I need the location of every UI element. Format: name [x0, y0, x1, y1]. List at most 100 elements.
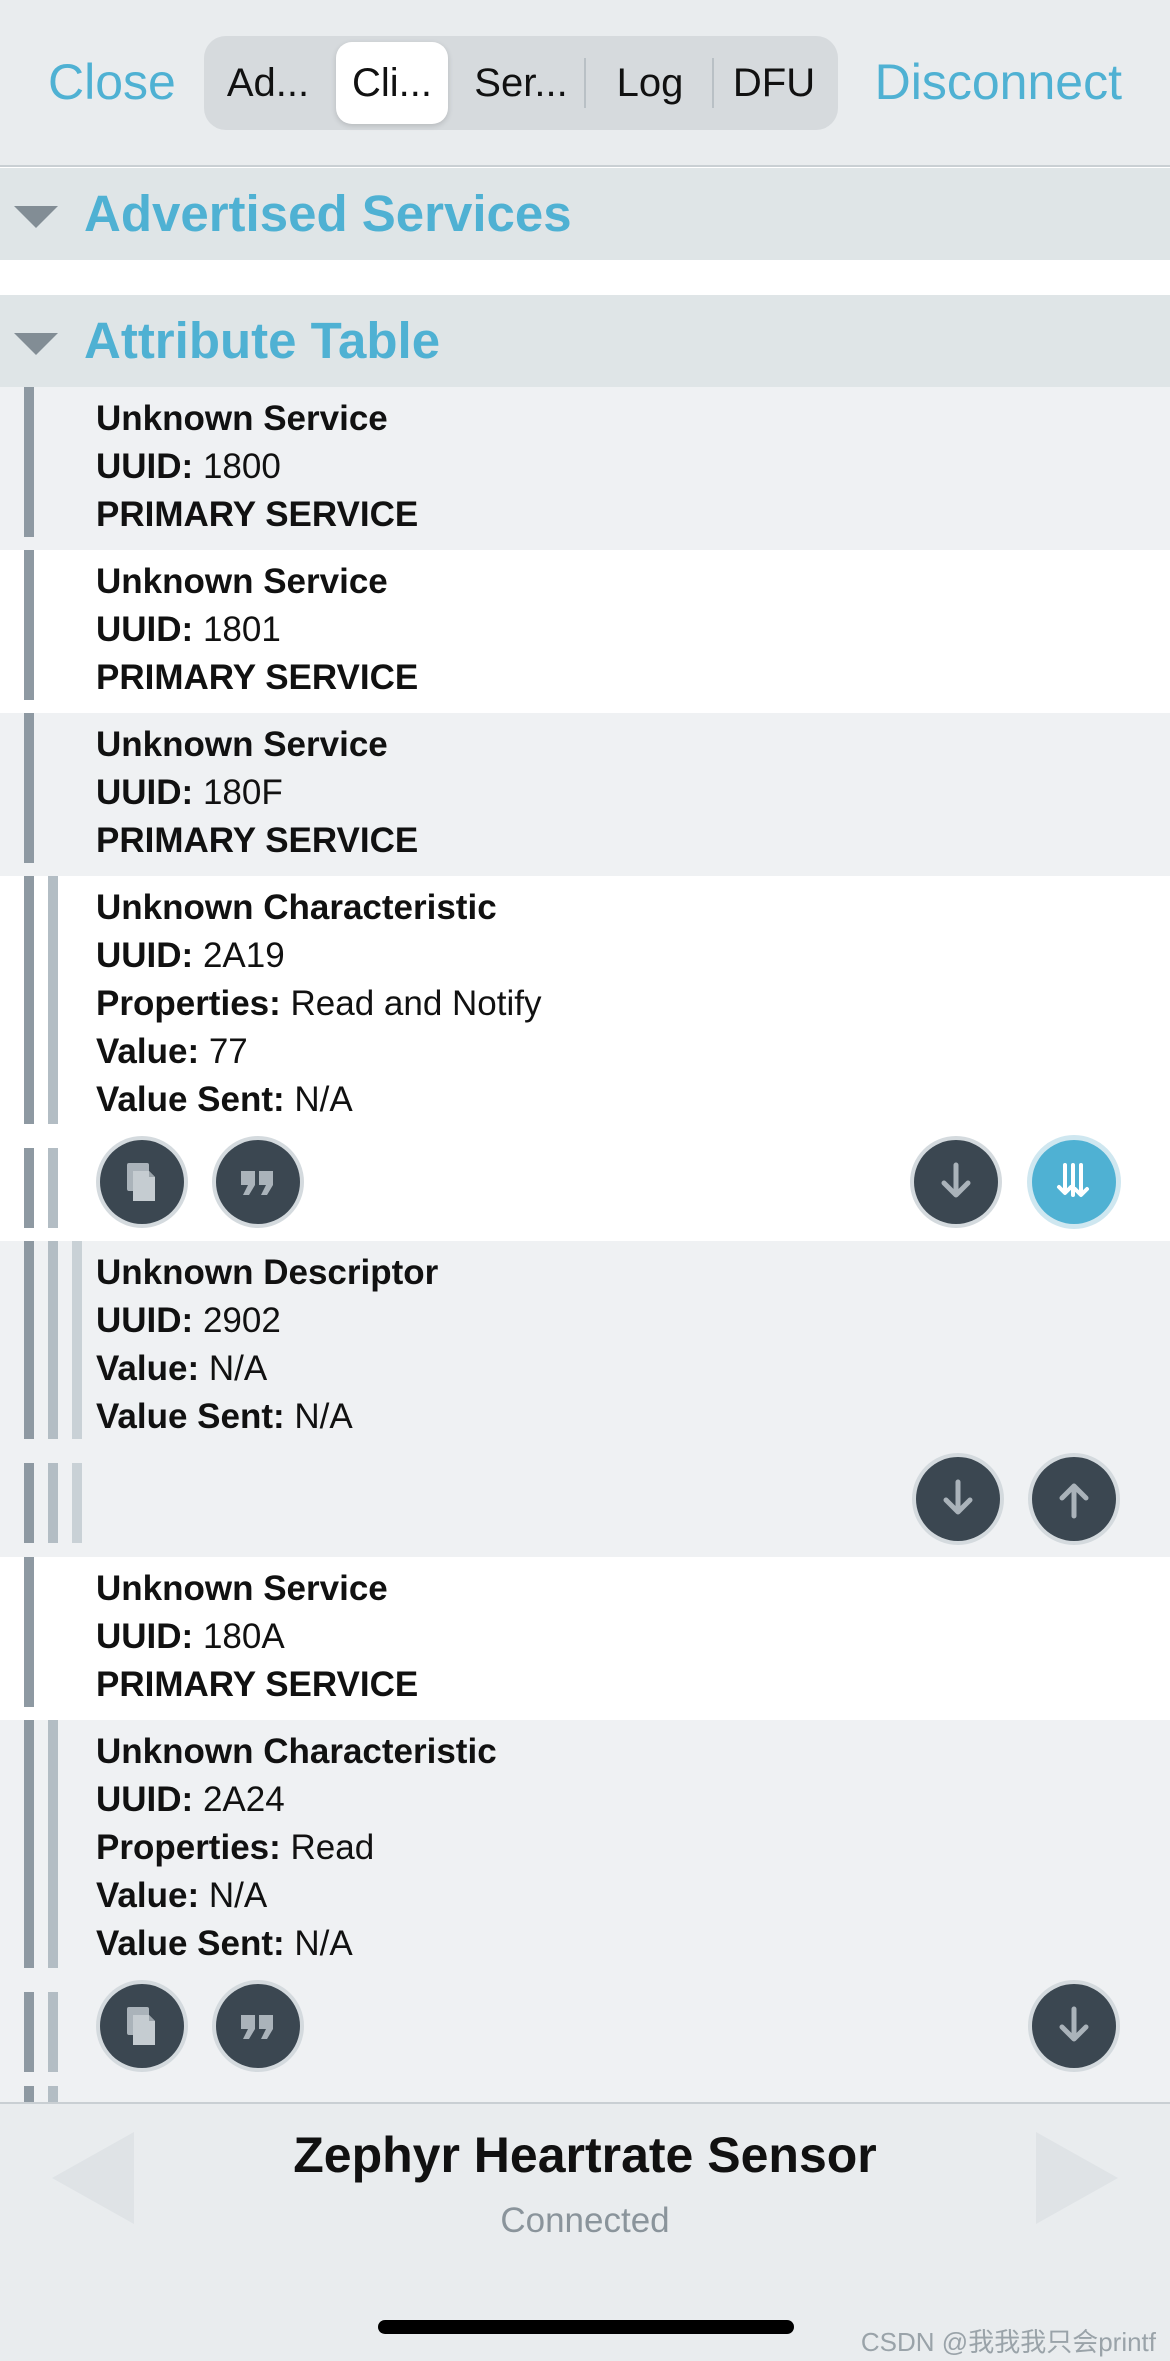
attribute-name: Unknown Service — [96, 562, 388, 601]
write-arrow-up-icon — [1059, 1483, 1089, 1519]
tab-divider — [712, 58, 714, 108]
read-arrow-down-icon — [943, 1479, 973, 1515]
level-indicator — [48, 876, 58, 1124]
tab-advertisement[interactable]: Ad... — [212, 42, 324, 124]
tab-segmented-control: Ad... Cli... Ser... Log DFU — [204, 36, 838, 130]
level-indicator — [24, 1992, 34, 2072]
level-indicator — [24, 1241, 34, 1439]
uuid-value: 2A24 — [202, 1780, 285, 1819]
attribute-row-service[interactable]: Unknown Service UUID: 180F PRIMARY SERVI… — [0, 713, 1170, 876]
attribute-row-characteristic[interactable]: Unknown Characteristic UUID: 2A24 Proper… — [0, 1720, 1170, 2102]
value-value: N/A — [208, 1876, 268, 1915]
attribute-table-header[interactable]: Attribute Table — [0, 295, 1170, 387]
top-navigation-bar: Close Ad... Cli... Ser... Log DFU Discon… — [0, 0, 1170, 167]
quote-button[interactable] — [216, 1984, 300, 2068]
uuid-label: UUID: — [96, 773, 194, 812]
level-indicator — [24, 1463, 34, 1543]
read-button[interactable] — [1032, 1984, 1116, 2068]
value-value: 77 — [208, 1032, 248, 1071]
quote-button[interactable] — [216, 1140, 300, 1224]
uuid-label: UUID: — [96, 1617, 194, 1656]
value-label: Value: — [96, 1032, 200, 1071]
tab-client[interactable]: Cli... — [336, 42, 448, 124]
tab-divider — [584, 58, 586, 108]
properties-value: Read — [290, 1828, 375, 1867]
value-sent-label: Value Sent: — [96, 1080, 285, 1119]
uuid-label: UUID: — [96, 1301, 194, 1340]
quote-icon — [241, 2015, 273, 2039]
watermark: CSDN @我我我只会printf — [860, 2327, 1156, 2357]
uuid-value: 180A — [202, 1617, 285, 1656]
notify-arrows-icon — [1057, 1163, 1089, 1197]
uuid-label: UUID: — [96, 610, 194, 649]
attribute-kind: PRIMARY SERVICE — [96, 821, 419, 860]
value-label: Value: — [96, 1876, 200, 1915]
attribute-name: Unknown Characteristic — [96, 1732, 497, 1771]
level-indicator — [24, 1557, 34, 1707]
read-arrow-down-icon — [1059, 2006, 1089, 2042]
level-indicator — [24, 2086, 34, 2102]
uuid-value: 1801 — [202, 610, 281, 649]
level-indicator — [24, 713, 34, 863]
disconnect-button[interactable]: Disconnect — [875, 52, 1122, 112]
attribute-row-service[interactable]: Unknown Service UUID: 1800 PRIMARY SERVI… — [0, 387, 1170, 550]
level-indicator — [48, 1463, 58, 1543]
attribute-row-descriptor[interactable]: Unknown Descriptor UUID: 2902 Value: N/A… — [0, 1241, 1170, 1557]
value-sent-value: N/A — [294, 1924, 353, 1963]
value-sent-value: N/A — [294, 1397, 353, 1436]
level-indicator — [48, 1720, 58, 1968]
level-indicator — [72, 1463, 82, 1543]
level-indicator — [24, 550, 34, 700]
attribute-kind: PRIMARY SERVICE — [96, 495, 419, 534]
attribute-name: Unknown Descriptor — [96, 1253, 439, 1292]
next-device-arrow-icon[interactable] — [1036, 2132, 1118, 2224]
uuid-label: UUID: — [96, 447, 194, 486]
read-arrow-down-icon — [941, 1162, 971, 1198]
attribute-name: Unknown Service — [96, 1569, 388, 1608]
disclosure-triangle-icon — [14, 333, 58, 355]
copy-icon — [127, 1163, 155, 1201]
attribute-name: Unknown Service — [96, 399, 388, 438]
quote-icon — [241, 1171, 273, 1195]
read-button[interactable] — [914, 1140, 998, 1224]
write-button[interactable] — [1032, 1457, 1116, 1541]
value-sent-label: Value Sent: — [96, 1397, 285, 1436]
level-indicator — [72, 1241, 82, 1439]
tab-dfu[interactable]: DFU — [716, 42, 832, 124]
level-indicator — [48, 1241, 58, 1439]
copy-icon — [127, 2007, 155, 2045]
attribute-name: Unknown Service — [96, 725, 388, 764]
section-title: Advertised Services — [84, 185, 572, 242]
level-indicator — [24, 876, 34, 1124]
value-sent-label: Value Sent: — [96, 1924, 285, 1963]
home-indicator[interactable] — [378, 2320, 794, 2334]
read-button[interactable] — [916, 1457, 1000, 1541]
value-label: Value: — [96, 1349, 200, 1388]
disclosure-triangle-icon — [14, 206, 58, 228]
attribute-row-characteristic[interactable]: Unknown Characteristic UUID: 2A19 Proper… — [0, 876, 1170, 1241]
properties-label: Properties: — [96, 1828, 281, 1867]
attribute-kind: PRIMARY SERVICE — [96, 1665, 419, 1704]
uuid-label: UUID: — [96, 1780, 194, 1819]
uuid-value: 2902 — [202, 1301, 281, 1340]
attribute-row-service[interactable]: Unknown Service UUID: 180A PRIMARY SERVI… — [0, 1557, 1170, 1720]
section-title: Attribute Table — [84, 312, 441, 369]
uuid-value: 2A19 — [202, 936, 285, 975]
level-indicator — [48, 1148, 58, 1228]
device-name: Zephyr Heartrate Sensor — [293, 2127, 877, 2183]
tab-log[interactable]: Log — [588, 42, 712, 124]
level-indicator — [24, 1148, 34, 1228]
level-indicator — [48, 2086, 58, 2102]
properties-label: Properties: — [96, 984, 281, 1023]
level-indicator — [24, 1720, 34, 1968]
uuid-label: UUID: — [96, 936, 194, 975]
copy-button[interactable] — [100, 1140, 184, 1224]
advertised-services-header[interactable]: Advertised Services — [0, 168, 1170, 260]
tab-server[interactable]: Ser... — [462, 42, 580, 124]
notify-toggle-button[interactable] — [1032, 1140, 1116, 1224]
value-value: N/A — [208, 1349, 268, 1388]
level-indicator — [24, 387, 34, 537]
copy-button[interactable] — [100, 1984, 184, 2068]
close-button[interactable]: Close — [48, 52, 176, 112]
attribute-row-service[interactable]: Unknown Service UUID: 1801 PRIMARY SERVI… — [0, 550, 1170, 713]
